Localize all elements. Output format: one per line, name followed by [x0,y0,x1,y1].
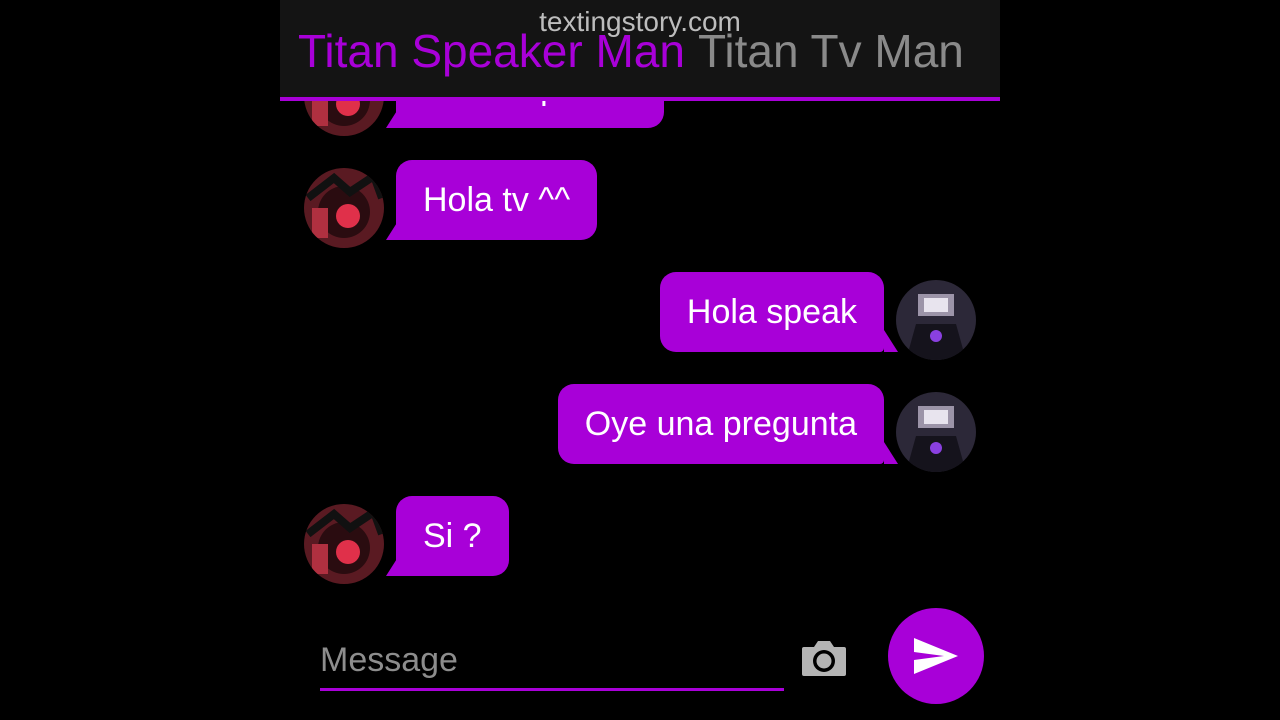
composer-bar [280,604,1000,720]
speaker-avatar[interactable] [304,504,384,584]
send-button[interactable] [888,608,984,704]
tv-avatar[interactable] [896,392,976,472]
message-row: Hola tv ^^ [280,160,1000,250]
message-bubble[interactable]: Si ? [396,496,509,576]
bubble-tail [884,442,898,464]
message-input[interactable] [320,632,784,691]
message-bubble[interactable]: Hola tv ^^ [396,160,598,240]
camera-icon[interactable] [800,638,848,678]
chat-header: Titan Speaker Man Titan Tv Man textingst… [280,0,1000,101]
chat-app: Abre la puerta Hola tv ^^ Hola speak Oye… [280,0,1000,720]
bubble-tail [884,330,898,352]
send-icon [914,638,958,674]
message-row: Oye una pregunta [280,384,1000,474]
speaker-avatar[interactable] [304,168,384,248]
message-row: Hola speak [280,272,1000,362]
message-bubble[interactable]: Oye una pregunta [557,384,884,464]
message-bubble[interactable]: Hola speak [659,272,884,352]
message-row: Si ? [280,496,1000,586]
tv-avatar[interactable] [896,280,976,360]
watermark: textingstory.com [539,6,741,37]
